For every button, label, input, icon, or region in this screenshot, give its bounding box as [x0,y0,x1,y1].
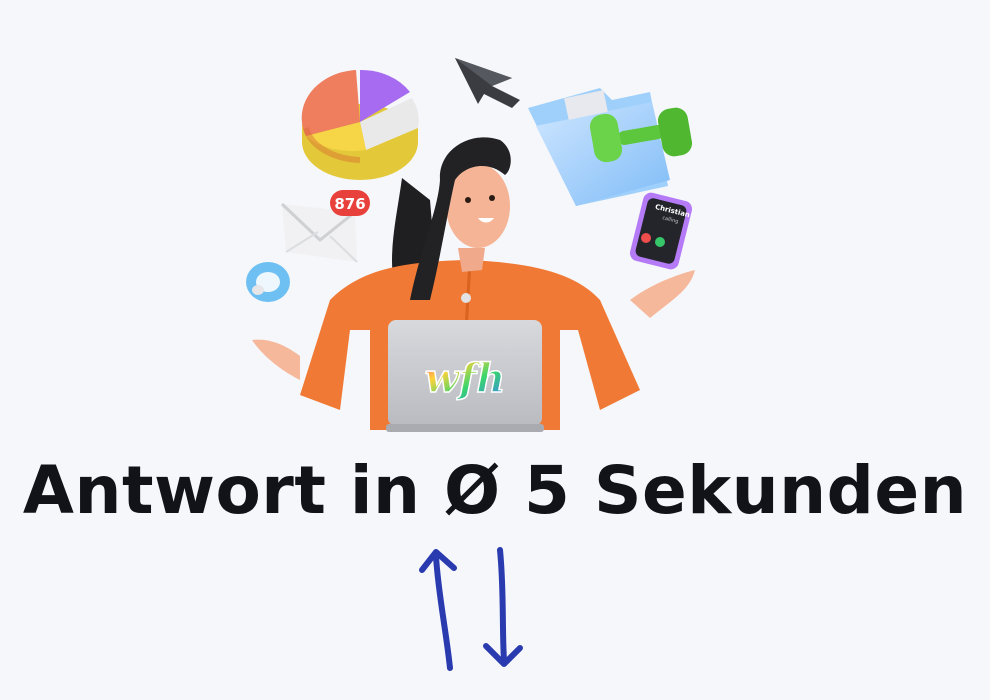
smartphone-icon: Christian calling [629,192,693,270]
headline: Antwort in Ø 5 Sekunden [22,452,968,529]
swap-arrows-icon [419,547,523,671]
pie-chart-icon [301,69,419,180]
laptop-icon: wfh [386,320,544,432]
notification-badge: 876 [330,190,370,216]
pacifier-icon [246,262,290,302]
hero-illustration: 876 Christian calling wfh [246,58,695,432]
svg-text:wfh: wfh [425,355,506,402]
cursor-icon [455,58,520,108]
svg-text:876: 876 [334,195,365,213]
hero-section: 876 Christian calling wfh Antwort in Ø 5… [0,0,990,700]
